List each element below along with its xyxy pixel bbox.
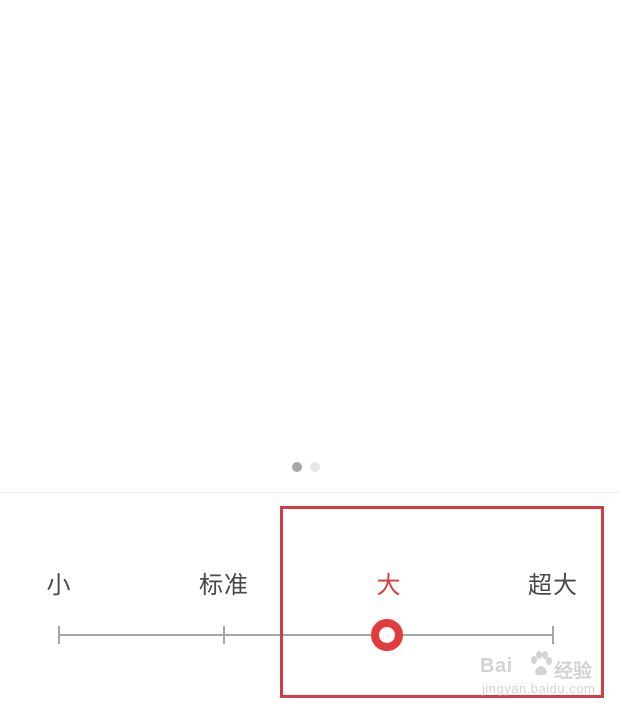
font-size-option-standard[interactable]: 标准 [199,565,249,600]
font-size-slider-thumb[interactable] [371,619,403,651]
slider-tick-small[interactable] [58,626,60,644]
font-size-option-extra-large[interactable]: 超大 [528,565,578,600]
font-size-option-small[interactable]: 小 [47,565,72,600]
slider-tick-standard[interactable] [223,626,225,644]
font-size-slider-track[interactable] [58,634,554,636]
font-size-labels: 小 标准 大 超大 [0,0,625,715]
font-size-option-large[interactable]: 大 [377,565,402,600]
slider-tick-extra-large[interactable] [552,626,554,644]
